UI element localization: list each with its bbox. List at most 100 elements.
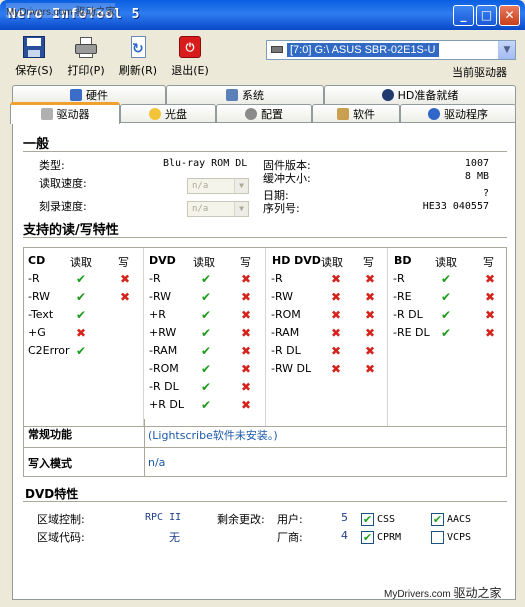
read-header: 读取 xyxy=(193,256,215,269)
cross-icon: ✖ xyxy=(76,326,87,340)
disc-icon xyxy=(149,108,161,120)
hddvd-column: HD DVD 读取 写 -R ✖ ✖ -RW ✖ ✖ -ROM ✖ ✖ -RAM ✖ ✖ -R DL ✖ ✖… xyxy=(267,248,388,426)
vendor-label: 厂商: xyxy=(277,531,303,544)
save-label: 保存(S) xyxy=(15,64,53,77)
features-row: 常规功能 (Lightscribe软件未安装。) xyxy=(23,419,507,448)
capability-label: -R xyxy=(393,272,405,285)
capability-label: -Text xyxy=(28,308,54,321)
features-value: (Lightscribe软件未安装。) xyxy=(148,429,278,442)
check-icon: ✔ xyxy=(76,344,87,358)
minimize-button[interactable]: _ xyxy=(453,5,474,26)
divider xyxy=(144,448,145,476)
footer-brand: 驱动之家 xyxy=(453,586,502,600)
cross-icon: ✖ xyxy=(120,272,131,286)
check-icon: ✔ xyxy=(201,272,212,286)
tab-drive[interactable]: 驱动器 xyxy=(10,102,120,124)
tab-disc[interactable]: 光盘 xyxy=(120,104,216,124)
refresh-button[interactable]: ↻ 刷新(R) xyxy=(112,36,164,78)
write-mode-value: n/a xyxy=(148,456,166,469)
read-speed-label: 读取速度: xyxy=(39,177,87,190)
current-drive-label: 当前驱动器 xyxy=(452,66,507,79)
capability-label: +RW xyxy=(149,326,177,339)
write-mode-label: 写入模式 xyxy=(28,457,72,470)
cd-column: CD 读取 写 -R ✔ ✖ -RW ✔ ✖ -Text ✔ +G ✖ C2Error ✔ xyxy=(24,248,144,426)
cross-icon: ✖ xyxy=(241,290,252,304)
region-code-label: 区域代码: xyxy=(37,531,85,544)
vendor-value: 4 xyxy=(341,529,348,542)
title-bar[interactable]: Nero InfoTool 5 MyDrivers.com 驱动之家 _ □ ✕ xyxy=(0,0,525,30)
write-header: 写 xyxy=(118,256,129,269)
read-speed-select[interactable]: n/a ▼ xyxy=(187,178,249,194)
vcps-checkbox[interactable] xyxy=(431,531,444,544)
check-icon: ✔ xyxy=(441,326,452,340)
exit-button[interactable]: ⏻ 退出(E) xyxy=(164,36,216,78)
read-header: 读取 xyxy=(70,256,92,269)
write-header: 写 xyxy=(483,256,494,269)
type-value: Blu-ray ROM DL xyxy=(163,158,248,169)
cross-icon: ✖ xyxy=(331,290,342,304)
print-button[interactable]: 打印(P) xyxy=(60,36,112,78)
check-icon: ✔ xyxy=(441,290,452,304)
buffer-label: 缓冲大小: xyxy=(263,172,311,185)
tab-software[interactable]: 软件 xyxy=(312,104,400,124)
tab-hd-ready[interactable]: HD准备就绪 xyxy=(324,85,516,105)
drive-icon xyxy=(271,46,283,53)
cross-icon: ✖ xyxy=(365,344,376,358)
rw-title: 支持的读/写特性 xyxy=(23,223,119,238)
serial-value: HE33 040557 xyxy=(422,201,489,212)
tab-system[interactable]: 系统 xyxy=(166,85,324,105)
refresh-icon: ↻ xyxy=(125,36,151,60)
save-button[interactable]: 保存(S) xyxy=(8,36,60,78)
cross-icon: ✖ xyxy=(485,290,496,304)
cross-icon: ✖ xyxy=(331,326,342,340)
system-icon xyxy=(226,89,238,101)
check-icon: ✔ xyxy=(201,398,212,412)
cross-icon: ✖ xyxy=(485,272,496,286)
cross-icon: ✖ xyxy=(485,326,496,340)
write-header: 写 xyxy=(240,256,251,269)
read-header: 读取 xyxy=(435,256,457,269)
check-icon: ✔ xyxy=(201,380,212,394)
check-icon: ✔ xyxy=(201,326,212,340)
cross-icon: ✖ xyxy=(365,362,376,376)
cprm-label: CPRM xyxy=(377,532,402,543)
print-label: 打印(P) xyxy=(67,64,105,77)
serial-label: 序列号: xyxy=(263,202,300,215)
tab-driver[interactable]: 驱动程序 xyxy=(400,104,516,124)
drive-dropdown[interactable]: [7:0] G:\ ASUS SBR-02E1S-U ▼ xyxy=(266,40,516,60)
cross-icon: ✖ xyxy=(365,272,376,286)
rw-capabilities-table: CD 读取 写 -R ✔ ✖ -RW ✔ ✖ -Text ✔ +G ✖ C2Error ✔ DVD 读… xyxy=(23,247,507,427)
cross-icon: ✖ xyxy=(365,290,376,304)
capability-label: -RE DL xyxy=(393,326,430,339)
capability-label: -R xyxy=(28,272,40,285)
cross-icon: ✖ xyxy=(365,308,376,322)
dvd-header: DVD xyxy=(149,254,176,267)
cross-icon: ✖ xyxy=(331,272,342,286)
close-button[interactable]: ✕ xyxy=(499,5,520,26)
write-speed-select[interactable]: n/a ▼ xyxy=(187,201,249,217)
check-icon: ✔ xyxy=(201,290,212,304)
capability-label: -R DL xyxy=(393,308,423,321)
cross-icon: ✖ xyxy=(365,326,376,340)
capability-label: C2Error xyxy=(28,344,70,357)
maximize-button[interactable]: □ xyxy=(476,5,497,26)
write-speed-label: 刻录速度: xyxy=(39,200,87,213)
divider xyxy=(23,501,507,502)
date-value: ? xyxy=(482,188,489,199)
capability-label: -RAM xyxy=(271,326,300,339)
exit-label: 退出(E) xyxy=(171,64,209,77)
capability-label: -R DL xyxy=(149,380,179,393)
write-header: 写 xyxy=(363,256,374,269)
info-icon xyxy=(428,108,440,120)
chevron-down-icon[interactable]: ▼ xyxy=(498,41,515,59)
aacs-checkbox[interactable]: ✔ xyxy=(431,513,444,526)
check-icon: ✔ xyxy=(441,308,452,322)
power-icon: ⏻ xyxy=(177,36,203,60)
capability-label: +G xyxy=(28,326,46,339)
check-icon: ✔ xyxy=(441,272,452,286)
tab-config[interactable]: 配置 xyxy=(216,104,312,124)
gear-icon xyxy=(245,108,257,120)
css-checkbox[interactable]: ✔ xyxy=(361,513,374,526)
changes-left-label: 剩余更改: xyxy=(217,513,265,526)
cprm-checkbox[interactable]: ✔ xyxy=(361,531,374,544)
